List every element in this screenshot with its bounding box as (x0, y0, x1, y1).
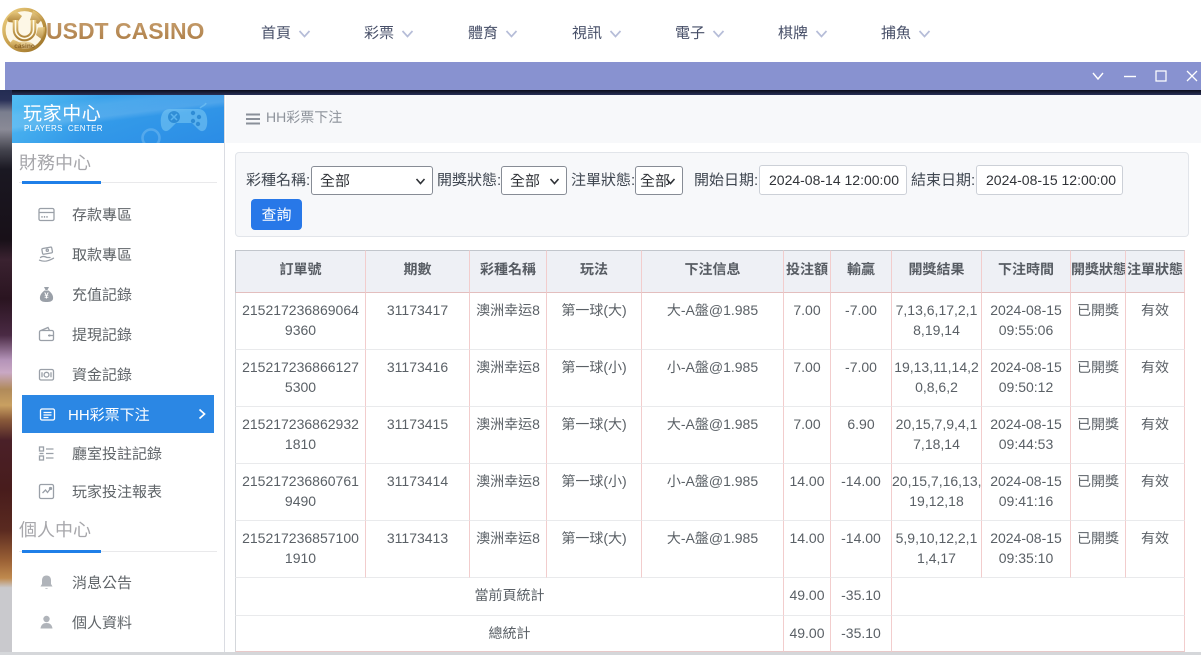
svg-text:¥: ¥ (44, 291, 49, 300)
svg-text:casino: casino (14, 43, 35, 50)
